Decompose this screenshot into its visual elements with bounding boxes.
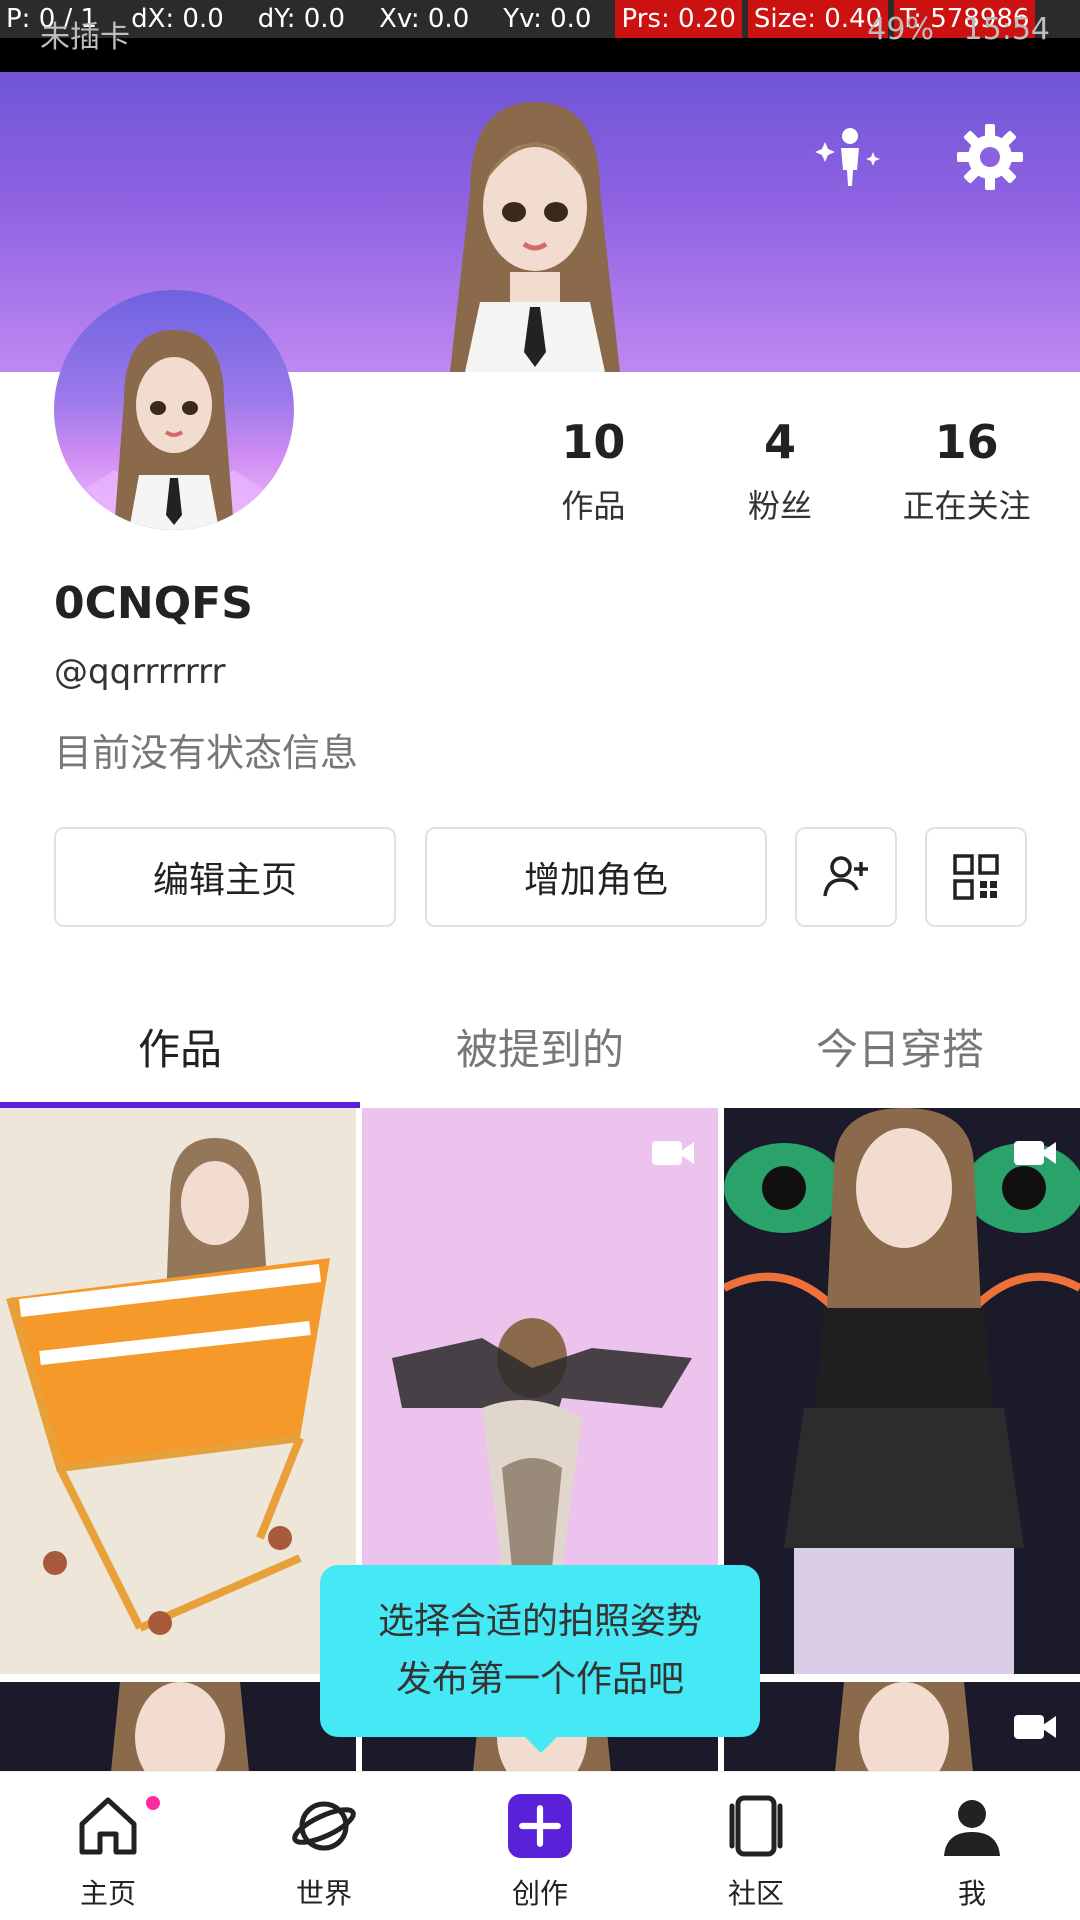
time-text: 15:54 [963, 12, 1050, 47]
profile-avatar[interactable] [54, 290, 294, 530]
work-thumbnail[interactable] [724, 1682, 1080, 1771]
stat-followers-count: 4 [764, 415, 797, 469]
nav-home[interactable]: 主页 [0, 1772, 216, 1920]
content-tabs: 作品 被提到的 今日穿搭 [0, 1000, 1080, 1110]
first-post-tooltip[interactable]: 选择合适的拍照姿势 发布第一个作品吧 [320, 1565, 760, 1753]
tooltip-line-2: 发布第一个作品吧 [395, 1659, 684, 1700]
debug-dx: dX: 0.0 [131, 4, 224, 34]
sparkle-person-icon-svg [815, 128, 880, 186]
debug-yv: Yv: 0.0 [503, 4, 592, 34]
create-plus-icon-svg [508, 1794, 572, 1858]
avatar-illustration [84, 330, 264, 530]
stat-following-label: 正在关注 [902, 487, 1031, 525]
tooltip-arrow [525, 1737, 557, 1753]
debug-xv: Xv: 0.0 [379, 4, 470, 34]
stat-followers[interactable]: 4 粉丝 [687, 415, 874, 535]
profile-nickname: 0CNQFS [54, 578, 253, 629]
qr-code-icon [953, 854, 999, 900]
nav-me-label: 我 [957, 1877, 986, 1910]
nav-community-label: 社区 [727, 1877, 784, 1910]
add-role-button[interactable]: 增加角色 [425, 827, 767, 927]
nav-create-label: 创作 [511, 1877, 568, 1910]
edit-profile-button[interactable]: 编辑主页 [54, 827, 396, 927]
nav-me[interactable]: 我 [864, 1772, 1080, 1920]
nav-world-label: 世界 [295, 1877, 352, 1910]
stat-works-count: 10 [561, 415, 626, 469]
planet-icon-svg [292, 1801, 356, 1851]
person-icon [940, 1794, 1004, 1858]
work-thumbnail[interactable] [724, 1108, 1080, 1674]
home-icon [76, 1794, 140, 1858]
notification-dot [146, 1796, 160, 1810]
add-user-icon [823, 856, 868, 897]
stat-works[interactable]: 10 作品 [500, 415, 687, 535]
settings-gear-icon[interactable] [955, 122, 1025, 192]
sparkle-person-icon[interactable] [815, 122, 885, 192]
debug-dy: dY: 0.0 [257, 4, 346, 34]
gear-icon [957, 124, 1023, 190]
person-icon-svg [944, 1800, 1000, 1856]
video-icon [652, 1138, 696, 1168]
stat-following[interactable]: 16 正在关注 [873, 415, 1060, 535]
stat-followers-label: 粉丝 [748, 487, 813, 525]
debug-prs: Prs: 0.20 [615, 0, 742, 38]
tab-daily-outfit[interactable]: 今日穿搭 [720, 1000, 1080, 1110]
shopping-cart-illustration [6, 1138, 330, 1635]
planet-icon [292, 1794, 356, 1858]
tooltip-line-1: 选择合适的拍照姿势 [377, 1601, 702, 1642]
profile-stats: 10 作品 4 粉丝 16 正在关注 [500, 415, 1060, 535]
create-plus-icon [508, 1794, 572, 1858]
community-icon [724, 1794, 788, 1858]
nav-create[interactable]: 创作 [432, 1772, 648, 1920]
profile-status-message[interactable]: 目前没有状态信息 [54, 722, 358, 777]
community-icon-svg [729, 1795, 783, 1857]
work-thumbnail[interactable] [0, 1108, 356, 1674]
screen: P: 0 / 1 dX: 0.0 dY: 0.0 Xv: 0.0 Yv: 0.0… [0, 0, 1080, 1920]
work-thumbnail[interactable] [0, 1682, 356, 1771]
carrier-text: 未插卡 [40, 20, 130, 55]
glitch-portrait-illustration [111, 1682, 249, 1771]
bottom-navigation: 主页 世界 创作 社区 我 [0, 1771, 1080, 1920]
video-icon [1014, 1712, 1058, 1742]
nav-world[interactable]: 世界 [216, 1772, 432, 1920]
add-friend-button[interactable] [795, 827, 897, 927]
avatar-figure-illustration [450, 102, 620, 372]
stat-works-label: 作品 [561, 487, 626, 525]
tab-works[interactable]: 作品 [0, 1000, 360, 1110]
video-icon [1014, 1138, 1058, 1168]
tab-mentioned[interactable]: 被提到的 [360, 1000, 720, 1110]
glitch-portrait-illustration [724, 1108, 1080, 1674]
home-icon-svg [79, 1797, 137, 1855]
profile-handle: @qqrrrrrrr [54, 652, 226, 692]
nav-home-label: 主页 [79, 1877, 136, 1910]
stat-following-count: 16 [934, 415, 999, 469]
nav-community[interactable]: 社区 [648, 1772, 864, 1920]
qr-code-button[interactable] [925, 827, 1027, 927]
status-right: 49% 15:54 [867, 12, 1050, 47]
battery-text: 49% [867, 12, 934, 47]
